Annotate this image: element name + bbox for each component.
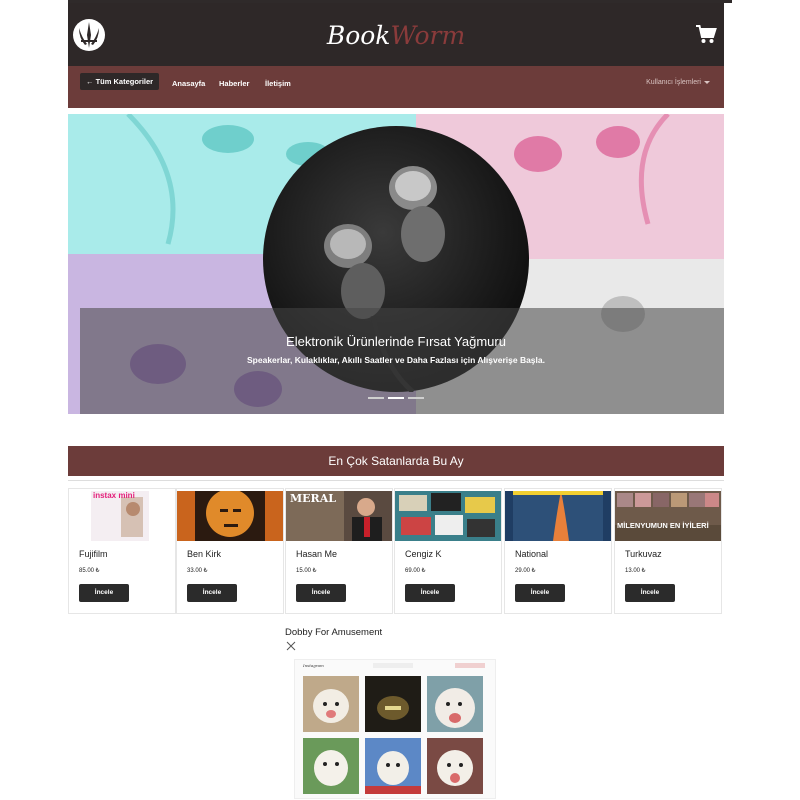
product-name: National	[515, 549, 549, 559]
product-price: 29.00 ₺	[515, 568, 536, 574]
product-card[interactable]: MERAL Hasan Me 15.00 ₺ İncele	[285, 488, 393, 614]
product-price: 69.00 ₺	[405, 568, 426, 574]
dog-photo	[427, 676, 483, 732]
user-menu-label: Kullanıcı İşlemleri	[646, 79, 701, 86]
product-thumb-text: instax mini	[93, 491, 135, 500]
bestsellers-title: En Çok Satanlarda Bu Ay	[68, 446, 724, 476]
carousel-dot-active[interactable]	[388, 397, 404, 399]
ad-image-header: Instagram	[303, 663, 324, 668]
inspect-button[interactable]: İncele	[515, 584, 565, 602]
inspect-button[interactable]: İncele	[187, 584, 237, 602]
product-image	[505, 491, 611, 541]
section-divider	[68, 480, 724, 481]
inspect-button[interactable]: İncele	[296, 584, 346, 602]
product-image	[395, 491, 501, 541]
nav-link-iletisim[interactable]: İletişim	[265, 79, 291, 88]
inspect-button[interactable]: İncele	[79, 584, 129, 602]
product-price: 85.00 ₺	[79, 568, 100, 574]
product-list: instax mini Fujifilm 85.00 ₺ İncele Ben …	[68, 488, 724, 614]
hero-subtitle: Speakerlar, Kulaklıklar, Akıllı Saatler …	[247, 355, 545, 365]
inspect-button[interactable]: İncele	[625, 584, 675, 602]
ad-image-icons	[455, 663, 485, 668]
brand-part-book: Book	[326, 21, 391, 50]
product-thumb-text: MİLENYUMUN EN İYİLERİ	[617, 521, 709, 530]
all-categories-button[interactable]: ← Tüm Kategoriler	[80, 73, 160, 90]
hero-carousel[interactable]: Elektronik Ürünlerinde Fırsat Yağmuru Sp…	[68, 114, 724, 414]
product-card[interactable]: National 29.00 ₺ İncele	[504, 488, 612, 614]
ad-title: Dobby For Amusement	[285, 627, 383, 638]
product-name: Hasan Me	[296, 549, 338, 559]
product-image	[615, 491, 721, 541]
nav-link-anasayfa[interactable]: Anasayfa	[172, 79, 205, 88]
carousel-dot[interactable]	[408, 397, 424, 399]
carousel-indicators	[368, 397, 424, 401]
product-name: Ben Kirk	[187, 549, 222, 559]
inspect-button[interactable]: İncele	[405, 584, 455, 602]
main-nav: ← Tüm Kategoriler Anasayfa Haberler İlet…	[68, 66, 724, 108]
product-thumb-text: MERAL	[290, 492, 336, 505]
product-price: 15.00 ₺	[296, 568, 317, 574]
product-card[interactable]: MİLENYUMUN EN İYİLERİ Turkuvaz 13.00 ₺ İ…	[614, 488, 722, 614]
dog-photo	[303, 676, 359, 732]
product-price: 13.00 ₺	[625, 568, 646, 574]
shopping-cart-icon[interactable]	[695, 23, 717, 45]
brand-logo[interactable]: BookWorm	[68, 21, 724, 51]
ad-image-searchbar	[373, 663, 413, 668]
product-price: 33.00 ₺	[187, 568, 208, 574]
hero-title: Elektronik Ürünlerinde Fırsat Yağmuru	[286, 334, 506, 349]
dog-photo	[365, 738, 421, 794]
chevron-down-icon	[704, 80, 710, 84]
ad-image[interactable]: Instagram	[294, 659, 496, 799]
product-name: Cengiz K	[405, 549, 442, 559]
dog-photo	[303, 738, 359, 794]
product-name: Fujifilm	[79, 549, 108, 559]
dog-photo	[365, 676, 421, 732]
product-card[interactable]: instax mini Fujifilm 85.00 ₺ İncele	[68, 488, 176, 614]
close-icon[interactable]	[286, 641, 296, 651]
product-name: Turkuvaz	[625, 549, 662, 559]
dog-photo	[427, 738, 483, 794]
nav-link-haberler[interactable]: Haberler	[219, 79, 249, 88]
brand-part-worm: Worm	[390, 21, 466, 50]
product-card[interactable]: Ben Kirk 33.00 ₺ İncele	[176, 488, 284, 614]
user-menu-dropdown[interactable]: Kullanıcı İşlemleri	[646, 79, 710, 86]
carousel-dot[interactable]	[368, 397, 384, 399]
product-card[interactable]: Cengiz K 69.00 ₺ İncele	[394, 488, 502, 614]
site-header: BookWorm	[68, 3, 724, 66]
product-image	[177, 491, 283, 541]
